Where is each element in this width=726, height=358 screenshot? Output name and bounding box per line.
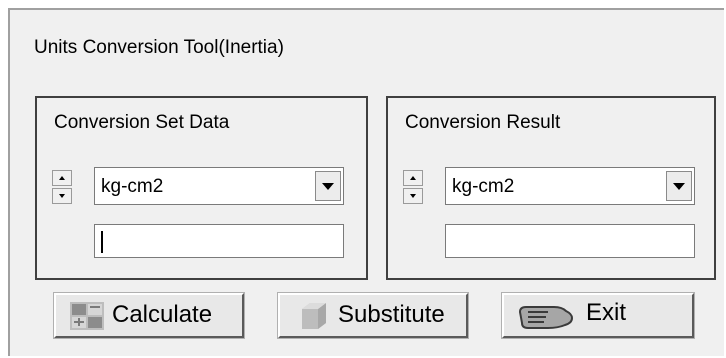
chevron-down-icon	[673, 182, 685, 190]
set-data-title: Conversion Set Data	[54, 112, 230, 133]
substitute-label: Substitute	[338, 301, 445, 328]
conversion-set-data-group: Conversion Set Data kg-cm2	[35, 96, 368, 280]
arrow-down-icon	[59, 194, 65, 198]
result-title: Conversion Result	[405, 112, 561, 133]
result-unit-select[interactable]: kg-cm2	[445, 167, 695, 205]
window-title: Units Conversion Tool(Inertia)	[34, 37, 284, 58]
substitute-icon	[302, 303, 326, 329]
set-unit-dropdown-button[interactable]	[315, 171, 341, 201]
result-unit-dropdown-button[interactable]	[666, 171, 692, 201]
calculator-icon	[70, 302, 104, 330]
set-unit-value: kg-cm2	[101, 176, 164, 197]
set-value-input[interactable]	[94, 224, 344, 258]
conversion-result-group: Conversion Result kg-cm2	[386, 96, 716, 280]
result-value-output[interactable]	[445, 224, 695, 258]
result-spin-up-button[interactable]	[403, 170, 423, 186]
result-unit-spinner[interactable]	[403, 169, 423, 205]
set-unit-select[interactable]: kg-cm2	[94, 167, 344, 205]
arrow-up-icon	[59, 176, 65, 180]
text-caret	[101, 231, 103, 253]
arrow-down-icon	[410, 194, 416, 198]
substitute-button[interactable]: Substitute	[278, 293, 468, 338]
hand-pointing-icon	[518, 306, 574, 329]
set-spin-up-button[interactable]	[52, 170, 72, 186]
result-unit-value: kg-cm2	[452, 176, 515, 197]
set-unit-spinner[interactable]	[52, 169, 72, 205]
exit-label: Exit	[586, 299, 627, 326]
set-spin-down-button[interactable]	[52, 188, 72, 204]
arrow-up-icon	[410, 176, 416, 180]
exit-button[interactable]: Exit	[502, 293, 694, 338]
result-spin-down-button[interactable]	[403, 188, 423, 204]
calculate-button[interactable]: Calculate	[54, 293, 244, 338]
calculate-label: Calculate	[112, 301, 213, 328]
chevron-down-icon	[322, 182, 334, 190]
